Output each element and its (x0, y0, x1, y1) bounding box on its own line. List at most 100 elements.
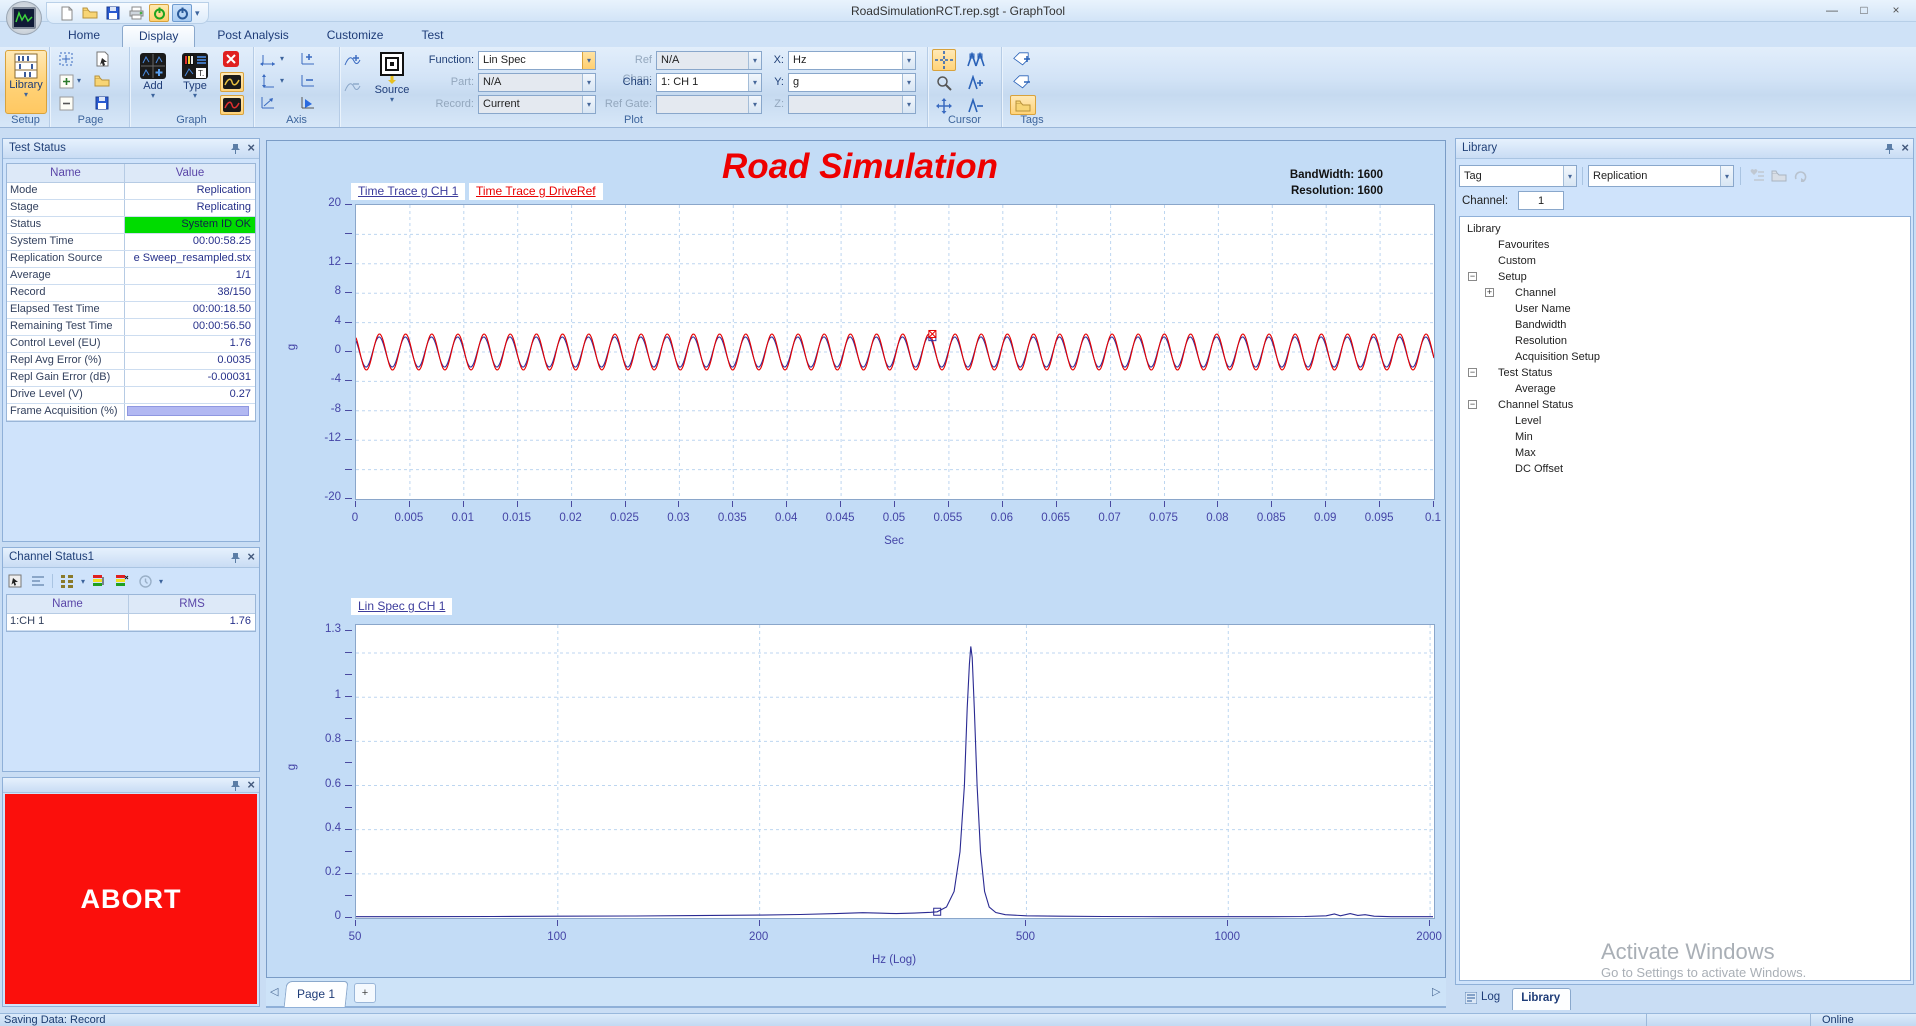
table-row[interactable]: StatusSystem ID OK (7, 217, 255, 234)
pin-icon[interactable] (231, 143, 240, 154)
list-view-icon[interactable] (29, 573, 47, 589)
table-row[interactable]: 1:CH 11.76 (7, 614, 255, 631)
table-row[interactable]: Elapsed Test Time00:00:18.50 (7, 302, 255, 319)
field-combo-refgate[interactable]: ▾ (656, 95, 762, 114)
test-status-table[interactable]: Name Value ModeReplicationStageReplicati… (6, 163, 256, 422)
open-tags-icon[interactable] (1010, 95, 1036, 115)
remove-trace-icon[interactable] (342, 77, 362, 97)
channel-value-field[interactable]: 1 (1518, 191, 1564, 210)
tree-config-dropdown-icon[interactable]: ▾ (81, 578, 85, 585)
field-combo-part[interactable]: N/A▾ (478, 73, 596, 92)
x-axis-scale-icon[interactable] (258, 49, 278, 69)
chevron-down-icon[interactable]: ▾ (748, 74, 761, 91)
save-icon[interactable] (103, 4, 123, 22)
field-combo-function[interactable]: Lin Spec▾ (478, 51, 596, 70)
pin-icon[interactable] (1885, 143, 1894, 154)
add-page-tab-button[interactable]: + (354, 983, 376, 1003)
tab-customize[interactable]: Customize (311, 25, 400, 47)
add-page-icon[interactable] (56, 71, 76, 91)
tab-library[interactable]: Library (1512, 988, 1571, 1010)
x-axis-dropdown-icon[interactable]: ▾ (280, 55, 284, 62)
chevron-down-icon[interactable]: ▾ (902, 74, 915, 91)
tab-post-analysis[interactable]: Post Analysis (201, 25, 304, 47)
add-trace-icon[interactable] (342, 51, 362, 71)
clock-dropdown-icon[interactable]: ▾ (159, 578, 163, 585)
table-row[interactable]: Frame Acquisition (%) (7, 404, 255, 421)
tab-test[interactable]: Test (405, 25, 459, 47)
new-document-icon[interactable] (57, 4, 77, 22)
qat-customize-icon[interactable]: ▾ (195, 10, 200, 17)
tag-dropdown[interactable]: Tag▾ (1459, 165, 1577, 187)
print-icon[interactable] (126, 4, 146, 22)
close-panel-icon[interactable]: × (247, 551, 255, 563)
add-graph-button[interactable]: Add ▾ (134, 50, 172, 114)
tab-log[interactable]: Log (1457, 988, 1510, 1010)
collapse-icon[interactable]: − (1468, 368, 1477, 377)
chevron-down-icon[interactable]: ▾ (748, 52, 761, 69)
autoscale-icon[interactable] (298, 93, 318, 113)
open-file-icon[interactable] (80, 4, 100, 22)
lin-spec-plot[interactable] (355, 624, 1435, 919)
chevron-down-icon[interactable]: ▾ (902, 96, 915, 113)
table-row[interactable]: Remaining Test Time00:00:56.50 (7, 319, 255, 336)
cursor-pair-icon[interactable] (964, 49, 988, 71)
table-row[interactable]: Control Level (EU)1.76 (7, 336, 255, 353)
app-logo-button[interactable] (6, 1, 42, 35)
maximize-button[interactable]: □ (1848, 0, 1880, 20)
remove-page-icon[interactable] (56, 93, 76, 113)
library-button[interactable]: Library ▾ (5, 50, 47, 114)
zoom-cursor-icon[interactable] (932, 72, 956, 94)
legend-time-trace-ch1[interactable]: Time Trace g CH 1 (351, 183, 465, 200)
collapse-icon[interactable]: − (1468, 272, 1477, 281)
close-panel-icon[interactable]: × (247, 779, 255, 791)
y-axis-scale-icon[interactable] (258, 71, 278, 91)
add-cursor-icon[interactable] (964, 72, 988, 94)
save-page-icon[interactable] (92, 93, 112, 113)
close-button[interactable]: × (1880, 0, 1912, 20)
trace-style-red-icon[interactable] (220, 95, 244, 115)
table-row[interactable]: ModeReplication (7, 183, 255, 200)
limits-add-icon[interactable] (90, 573, 108, 589)
chevron-down-icon[interactable]: ▾ (902, 52, 915, 69)
remove-tag-icon[interactable] (1010, 72, 1036, 94)
tab-home[interactable]: Home (52, 25, 116, 47)
open-page-icon[interactable] (92, 71, 112, 91)
zoom-out-axis-icon[interactable] (298, 71, 318, 91)
field-combo-refchan[interactable]: N/A▾ (656, 51, 762, 70)
clock-icon[interactable] (136, 573, 154, 589)
table-row[interactable]: Record38/150 (7, 285, 255, 302)
page-tab-active[interactable]: Page 1 (284, 981, 349, 1007)
zoom-in-axis-icon[interactable] (298, 49, 318, 69)
legend-time-trace-driveref[interactable]: Time Trace g DriveRef (469, 183, 603, 200)
select-page-icon[interactable] (92, 49, 112, 69)
collapse-icon[interactable]: − (1468, 400, 1477, 409)
cursor-crosshair-icon[interactable] (932, 49, 956, 71)
close-panel-icon[interactable]: × (247, 142, 255, 154)
close-panel-icon[interactable]: × (1901, 142, 1909, 154)
abort-button[interactable]: ABORT (5, 794, 257, 1004)
library-export-icon[interactable] (1792, 167, 1810, 183)
chevron-down-icon[interactable]: ▾ (582, 74, 595, 91)
graph-type-button[interactable]: T. Type ▾ (176, 50, 214, 114)
library-tree[interactable]: LibraryFavouritesCustom−Setup+ChannelUse… (1459, 216, 1911, 981)
page-scroll-right-icon[interactable]: ▷ (1432, 985, 1440, 998)
add-page-dropdown-icon[interactable]: ▾ (77, 77, 81, 84)
tab-display[interactable]: Display (122, 25, 195, 47)
add-favourite-icon[interactable] (1748, 167, 1766, 183)
source-button[interactable]: Source ▾ (366, 50, 418, 114)
field-combo-chan[interactable]: 1: CH 1▾ (656, 73, 762, 92)
filter-dropdown[interactable]: Replication▾ (1588, 165, 1734, 187)
library-open-icon[interactable] (1770, 167, 1788, 183)
table-row[interactable]: Repl Avg Error (%)0.0035 (7, 353, 255, 370)
xy-axis-scale-icon[interactable] (258, 93, 278, 113)
page-scroll-left-icon[interactable]: ◁ (270, 985, 278, 998)
trace-style-black-icon[interactable] (220, 72, 244, 92)
expand-icon[interactable]: + (1485, 288, 1494, 297)
limits-remove-icon[interactable] (113, 573, 131, 589)
table-row[interactable]: System Time00:00:58.25 (7, 234, 255, 251)
minimize-button[interactable]: — (1816, 0, 1848, 20)
stop-test-power-icon[interactable] (172, 4, 192, 22)
field-combo-record[interactable]: Current▾ (478, 95, 596, 114)
table-row[interactable]: Replication Sourcee Sweep_resampled.stx (7, 251, 255, 268)
chevron-down-icon[interactable]: ▾ (582, 52, 595, 69)
